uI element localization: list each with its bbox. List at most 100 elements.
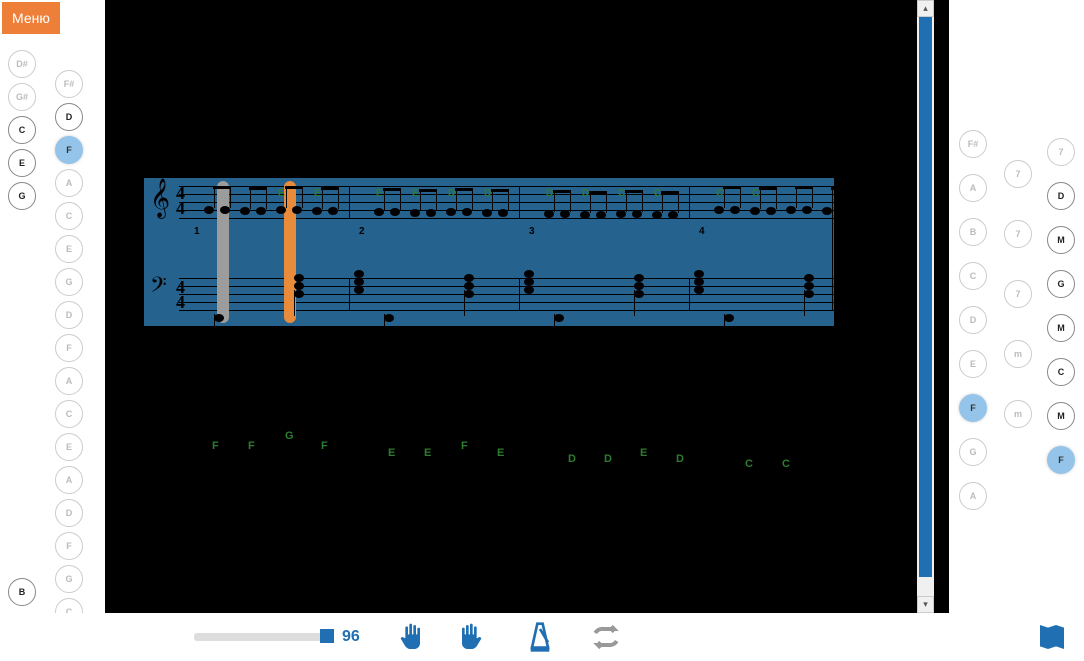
note-button-E[interactable]: E: [8, 149, 36, 177]
note-button-A[interactable]: A: [55, 169, 83, 197]
bass-chord-note: [694, 278, 704, 286]
chord-button-F[interactable]: F: [959, 394, 987, 422]
bass-clef-icon: 𝄢: [150, 273, 167, 304]
note-button-F[interactable]: F: [55, 136, 83, 164]
note: [498, 209, 508, 217]
playhead-start[interactable]: [217, 181, 229, 323]
note-button-F[interactable]: F: [55, 334, 83, 362]
bass-note: [384, 314, 394, 322]
note: [668, 211, 678, 219]
bass-chord-note: [464, 274, 474, 282]
bass-note: [554, 314, 564, 322]
chord-button-B[interactable]: B: [959, 218, 987, 246]
measure-number: 4: [699, 226, 705, 237]
chord-button-7[interactable]: 7: [1004, 220, 1032, 248]
bass-chord-note: [804, 282, 814, 290]
note: [616, 210, 626, 218]
scroll-up-button[interactable]: ▴: [917, 0, 934, 17]
note-button-D[interactable]: D: [55, 103, 83, 131]
bass-chord-note: [864, 286, 874, 294]
note: [544, 210, 554, 218]
note-button-G#[interactable]: G#: [8, 83, 36, 111]
chord-button-M[interactable]: M: [1047, 226, 1075, 254]
bass-chord-note: [354, 286, 364, 294]
tempo-slider[interactable]: [194, 633, 334, 641]
falling-note-label: F: [321, 440, 328, 452]
note-name-label: C: [618, 188, 625, 199]
note-button-E[interactable]: E: [55, 235, 83, 263]
bass-chord-note: [864, 270, 874, 278]
tempo-slider-knob[interactable]: [320, 629, 334, 643]
note: [410, 209, 420, 217]
bass-chord-note: [694, 270, 704, 278]
chord-button-G[interactable]: G: [959, 438, 987, 466]
bass-chord-note: [524, 286, 534, 294]
note-button-A[interactable]: A: [55, 466, 83, 494]
metronome-button[interactable]: [522, 619, 558, 655]
note-button-F[interactable]: F: [55, 532, 83, 560]
chord-button-D[interactable]: D: [959, 306, 987, 334]
note: [786, 206, 796, 214]
falling-note-label: D: [676, 453, 684, 465]
bass-chord-note: [634, 274, 644, 282]
chord-button-A[interactable]: A: [959, 174, 987, 202]
chord-button-m[interactable]: m: [1004, 340, 1032, 368]
chord-button-m[interactable]: m: [1004, 400, 1032, 428]
note: [292, 206, 302, 214]
note: [220, 206, 230, 214]
note-name-label: E: [314, 188, 321, 199]
falling-note-label: C: [782, 458, 790, 470]
measure-number: 1: [194, 226, 200, 237]
measure-number: 2: [359, 226, 365, 237]
chord-button-G[interactable]: G: [1047, 270, 1075, 298]
bass-chord-note: [354, 270, 364, 278]
chord-button-7[interactable]: 7: [1047, 138, 1075, 166]
scroll-down-button[interactable]: ▾: [917, 596, 934, 613]
chord-button-F[interactable]: F: [1047, 446, 1075, 474]
chord-button-C[interactable]: C: [1047, 358, 1075, 386]
note-button-C[interactable]: C: [8, 116, 36, 144]
note-name-label: E: [376, 188, 383, 199]
chord-button-D[interactable]: D: [1047, 182, 1075, 210]
chord-button-M[interactable]: M: [1047, 314, 1075, 342]
note-button-E[interactable]: E: [55, 433, 83, 461]
chord-button-A[interactable]: A: [959, 482, 987, 510]
note-button-C[interactable]: C: [55, 202, 83, 230]
falling-note-label: E: [424, 447, 431, 459]
sheet-music-area: ▴ ▾ 𝄞 𝄢 44 44 1 2 3 4: [109, 0, 934, 613]
bass-note: [214, 314, 224, 322]
vertical-scrollbar[interactable]: ▴ ▾: [917, 0, 934, 613]
note-button-D#[interactable]: D#: [8, 50, 36, 78]
view-mode-button[interactable]: [1034, 619, 1070, 655]
menu-button[interactable]: Меню: [2, 2, 60, 34]
note-button-F#[interactable]: F#: [55, 70, 83, 98]
note-button-D[interactable]: D: [55, 301, 83, 329]
note-name-label: C: [654, 188, 661, 199]
note: [560, 210, 570, 218]
chord-button-C[interactable]: C: [959, 262, 987, 290]
measure-number: 3: [529, 226, 535, 237]
chord-button-7[interactable]: 7: [1004, 280, 1032, 308]
chord-button-7[interactable]: 7: [1004, 160, 1032, 188]
time-signature-treble: 44: [176, 186, 185, 216]
falling-note-label: F: [212, 440, 219, 452]
note-button-G[interactable]: G: [55, 268, 83, 296]
bass-chord-note: [634, 282, 644, 290]
note: [374, 208, 384, 216]
left-hand-button[interactable]: [390, 619, 426, 655]
note-button-A[interactable]: A: [55, 367, 83, 395]
scrollbar-thumb[interactable]: [919, 17, 932, 577]
chord-button-F#[interactable]: F#: [959, 130, 987, 158]
note-button-D[interactable]: D: [55, 499, 83, 527]
falling-note-label: G: [285, 430, 294, 442]
right-hand-button[interactable]: [456, 619, 492, 655]
bottom-toolbar: 96: [0, 613, 1084, 661]
chord-button-M[interactable]: M: [1047, 402, 1075, 430]
loop-button[interactable]: [588, 619, 624, 655]
note-button-G[interactable]: G: [55, 565, 83, 593]
note-button-G[interactable]: G: [8, 182, 36, 210]
note: [714, 206, 724, 214]
note-button-C[interactable]: C: [55, 400, 83, 428]
chord-button-E[interactable]: E: [959, 350, 987, 378]
note-button-B[interactable]: B: [8, 578, 36, 606]
